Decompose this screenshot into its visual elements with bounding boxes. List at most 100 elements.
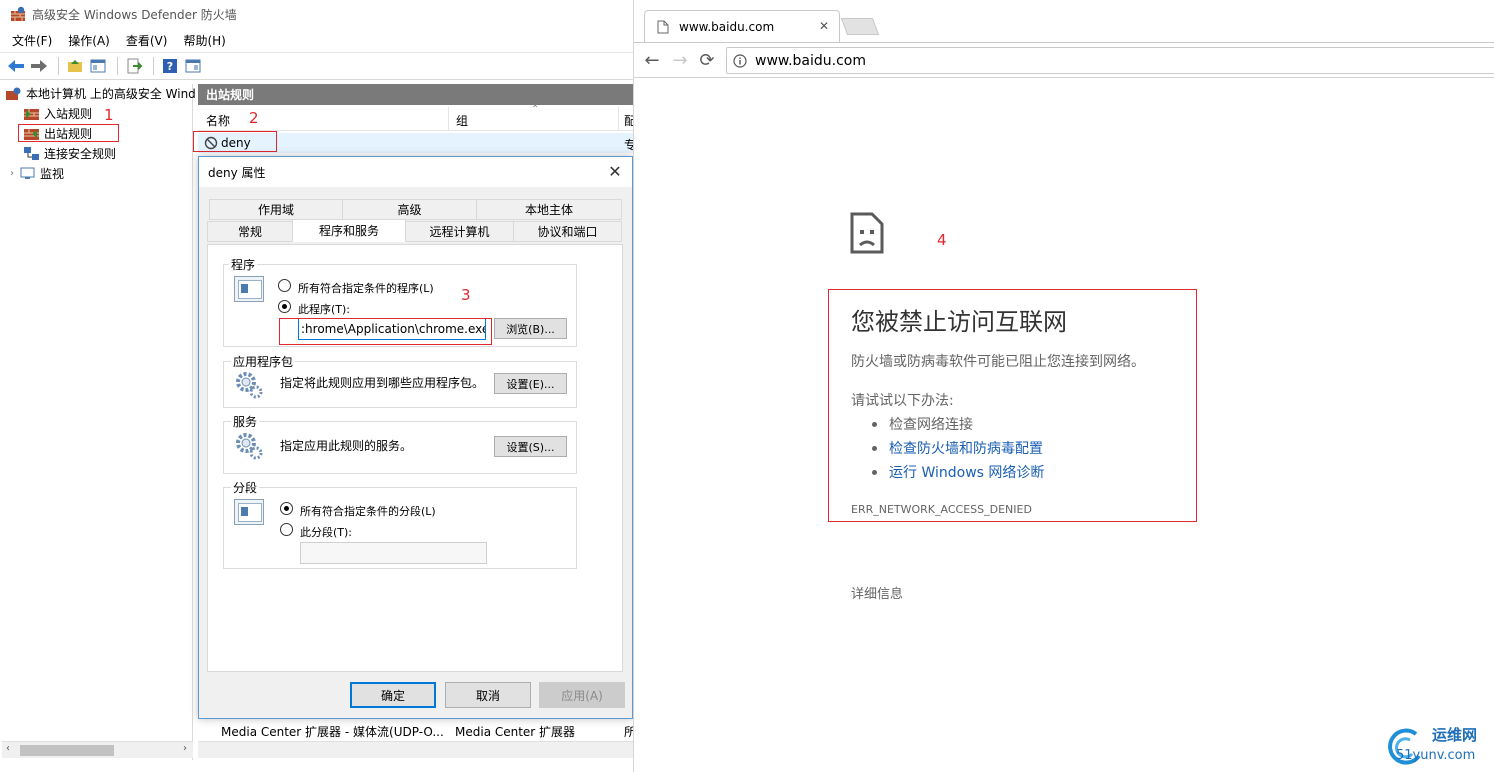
browser-window: www.baidu.com ✕ ← → ⟳ www.baidu.com 4 您被… — [633, 0, 1494, 772]
show-action-pane-button[interactable] — [183, 56, 203, 76]
tree-item-root[interactable]: 本地计算机 上的高级安全 Wind — [6, 84, 196, 102]
tab-advanced[interactable]: 高级 — [342, 199, 477, 220]
scrollbar-thumb[interactable] — [20, 745, 114, 756]
tree-item-connection-security[interactable]: 连接安全规则 — [24, 144, 116, 162]
close-icon[interactable]: ✕ — [606, 163, 624, 181]
sort-caret-icon: ⌃ — [531, 104, 540, 115]
watermark-title: 运维网 — [1432, 726, 1478, 744]
column-name[interactable]: 名称 — [206, 112, 230, 129]
rule-name: Media Center 扩展器 - 媒体流(UDP-O... — [221, 725, 444, 739]
app-packages-label: 应用程序包 — [231, 353, 296, 370]
tab-remote-computers[interactable]: 远程计算机 — [405, 221, 514, 242]
services-label: 服务 — [231, 413, 260, 430]
annotation-number-1: 1 — [104, 106, 114, 124]
table-row[interactable]: Media Center 扩展器 - 媒体流(UDP-O... Media Ce… — [198, 720, 633, 740]
url-text: www.baidu.com — [755, 52, 866, 69]
show-hide-tree-button[interactable] — [88, 56, 108, 76]
radio-all-segments[interactable] — [280, 502, 293, 515]
tab-programs-services[interactable]: 程序和服务 — [292, 219, 406, 242]
firewall-root-icon — [6, 87, 21, 100]
sad-page-icon — [850, 212, 884, 254]
help-button[interactable]: ? — [160, 56, 180, 76]
menu-action[interactable]: 操作(A) — [68, 32, 110, 49]
menu-file[interactable]: 文件(F) — [12, 32, 52, 49]
console-tree-icon — [90, 59, 106, 73]
segment-input — [300, 542, 487, 564]
annotation-number-4: 4 — [937, 231, 947, 249]
browse-button[interactable]: 浏览(B)... — [494, 318, 567, 339]
error-title: 您被禁止访问互联网 — [851, 308, 1067, 336]
ok-button[interactable]: 确定 — [350, 682, 436, 708]
annotation-number-3: 3 — [461, 286, 471, 304]
annotation-box-1 — [18, 124, 119, 142]
new-tab-button[interactable] — [840, 18, 880, 35]
radio-this-segment[interactable] — [280, 523, 293, 536]
rule-profile: 专 — [624, 138, 633, 152]
suggestion-run-diagnostics-link[interactable]: 运行 Windows 网络诊断 — [872, 462, 1044, 482]
rule-group: Media Center 扩展器 — [455, 725, 576, 739]
program-window-icon — [234, 276, 264, 302]
inbound-rules-icon — [24, 108, 39, 120]
browser-tab[interactable]: www.baidu.com ✕ — [644, 10, 840, 42]
forward-button[interactable] — [29, 56, 49, 76]
connection-security-icon — [24, 146, 39, 160]
menu-view[interactable]: 查看(V) — [126, 32, 168, 49]
tree-item-label: 连接安全规则 — [44, 146, 117, 161]
forward-arrow-icon[interactable]: → — [670, 51, 690, 71]
export-button[interactable] — [124, 56, 144, 76]
column-group[interactable]: 组 — [456, 112, 468, 129]
details-button[interactable]: 详细信息 — [851, 583, 903, 602]
address-bar[interactable]: www.baidu.com — [726, 47, 1494, 74]
action-pane-icon — [185, 59, 201, 73]
tab-title: www.baidu.com — [679, 19, 775, 34]
dialog-title-bar: deny 属性 — [199, 157, 632, 187]
expand-chevron-icon[interactable]: › — [10, 168, 20, 179]
radio-all-programs[interactable] — [278, 279, 291, 292]
tree-item-inbound[interactable]: 入站规则 — [24, 104, 92, 122]
app-packages-settings-button[interactable]: 设置(E)... — [494, 373, 567, 394]
info-icon[interactable] — [733, 53, 747, 68]
tab-local-principals[interactable]: 本地主体 — [476, 199, 622, 220]
tree-item-label: 入站规则 — [44, 106, 93, 121]
radio-this-program[interactable] — [278, 300, 291, 313]
site-watermark-logo: 运维网 51yunv.com — [1382, 722, 1494, 770]
toolbar-separator — [117, 57, 118, 75]
gear-icon — [236, 372, 263, 399]
back-button[interactable] — [6, 56, 26, 76]
close-tab-icon[interactable]: ✕ — [819, 19, 829, 33]
firewall-app-icon — [11, 6, 25, 21]
menu-help[interactable]: 帮助(H) — [183, 32, 225, 49]
forward-arrow-icon — [31, 60, 47, 72]
services-desc: 指定应用此规则的服务。 — [280, 439, 413, 453]
svg-text:?: ? — [167, 60, 173, 73]
rule-profile: 所 — [624, 725, 633, 739]
scroll-right-icon[interactable]: › — [183, 743, 187, 754]
toolbar-separator — [58, 57, 59, 75]
radio-all-programs-label: 所有符合指定条件的程序(L) — [298, 282, 434, 295]
back-arrow-icon[interactable]: ← — [642, 51, 662, 71]
annotation-box-3 — [279, 318, 492, 345]
programs-group-label: 程序 — [229, 256, 258, 273]
cancel-button[interactable]: 取消 — [445, 682, 531, 708]
radio-this-segment-label: 此分段(T): — [300, 526, 353, 539]
up-level-button[interactable] — [65, 56, 85, 76]
tab-protocols-ports[interactable]: 协议和端口 — [513, 221, 622, 242]
scroll-left-icon[interactable]: ‹ — [6, 743, 10, 754]
error-description: 防火墙或防病毒软件可能已阻止您连接到网络。 — [851, 354, 1145, 370]
tree-item-monitor[interactable]: › 监视 — [10, 164, 64, 182]
tree-horizontal-scrollbar[interactable]: ‹ › — [2, 741, 193, 758]
back-arrow-icon — [8, 60, 24, 72]
reload-icon[interactable]: ⟳ — [697, 51, 717, 71]
tab-general[interactable]: 常规 — [207, 221, 293, 242]
column-profile[interactable]: 配 — [624, 112, 633, 129]
gear-icon — [236, 433, 263, 460]
radio-all-segments-label: 所有符合指定条件的分段(L) — [300, 505, 436, 518]
list-column-headers: 名称 组 ⌃ 配 — [198, 104, 633, 131]
list-horizontal-scrollbar[interactable] — [198, 741, 633, 758]
watermark-url: 51yunv.com — [1396, 748, 1476, 763]
tab-scope[interactable]: 作用域 — [209, 199, 343, 220]
services-settings-button[interactable]: 设置(S)... — [494, 436, 567, 457]
mmc-toolbar: ? — [0, 52, 633, 80]
suggestion-check-firewall-link[interactable]: 检查防火墙和防病毒配置 — [872, 438, 1043, 458]
export-list-icon — [127, 58, 142, 74]
